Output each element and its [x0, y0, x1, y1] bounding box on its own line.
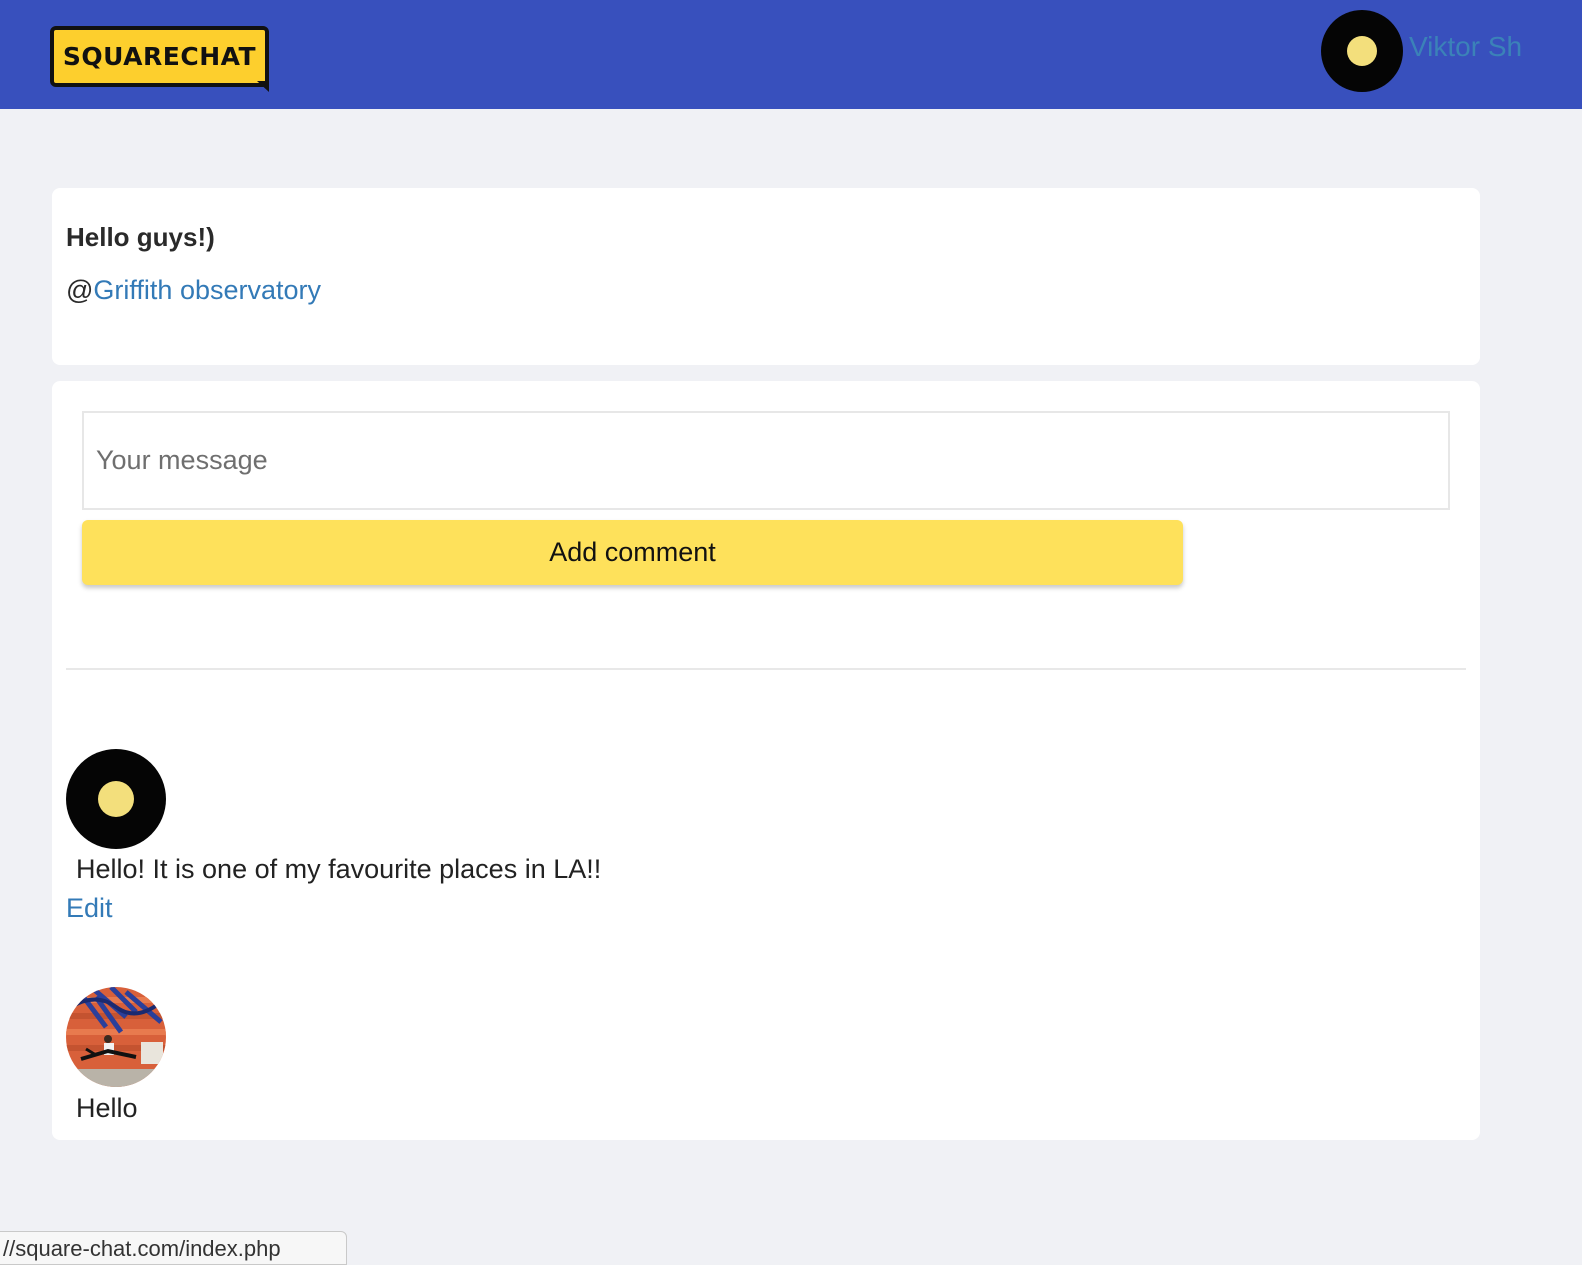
- post-card: Hello guys!) @Griffith observatory: [52, 188, 1480, 365]
- user-name-link[interactable]: Viktor Sh: [1409, 31, 1522, 63]
- comments-divider: [66, 668, 1466, 670]
- message-input[interactable]: [82, 411, 1450, 510]
- comment-avatar: [66, 749, 166, 849]
- location-prefix: @: [66, 275, 94, 305]
- comment-avatar-photo: [66, 987, 166, 1087]
- squarechat-logo[interactable]: SQUARECHAT: [50, 26, 270, 92]
- add-comment-button[interactable]: Add comment: [82, 520, 1183, 585]
- comment-text: Hello! It is one of my favourite places …: [76, 854, 602, 884]
- comment-text: Hello: [76, 1093, 138, 1123]
- user-avatar[interactable]: [1321, 10, 1403, 92]
- user-photo: [66, 987, 166, 1087]
- edit-comment-link[interactable]: Edit: [66, 893, 113, 924]
- post-title: Hello guys!): [66, 222, 215, 252]
- top-header: SQUARECHAT Viktor Sh: [0, 0, 1582, 109]
- default-avatar-icon: [1347, 36, 1377, 66]
- comments-card: Add comment Hello! It is one of my favou…: [52, 381, 1480, 1140]
- logo-text: SQUARECHAT: [50, 26, 269, 87]
- logo-speech-tail: [257, 81, 269, 92]
- post-location: @Griffith observatory: [66, 275, 321, 306]
- default-avatar-icon: [98, 781, 134, 817]
- location-link[interactable]: Griffith observatory: [93, 275, 321, 305]
